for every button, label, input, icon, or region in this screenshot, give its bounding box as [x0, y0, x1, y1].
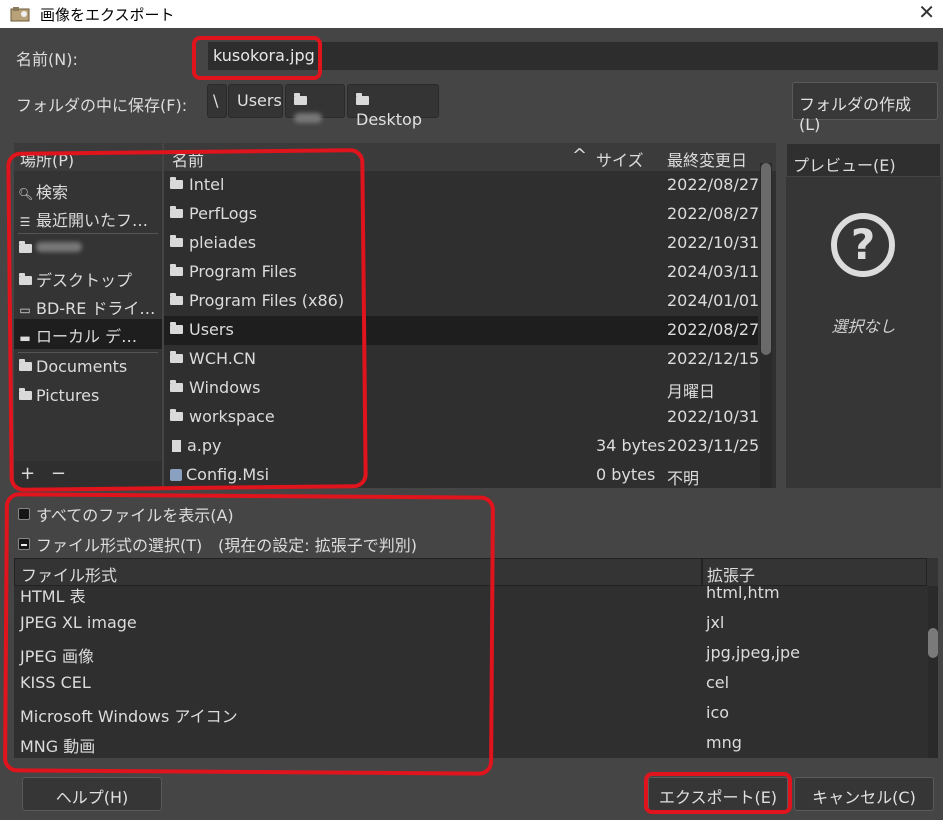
file-type-ext: jpg,jpeg,jpe: [706, 643, 800, 662]
file-modified: 2022/10/31: [667, 233, 760, 252]
window-title: 画像をエクスポート: [40, 6, 175, 24]
file-modified: 2022/08/27: [667, 320, 760, 339]
file-modified: 2023/11/25: [667, 436, 760, 455]
file-type-ext: jxl: [706, 613, 725, 632]
file-modified: 2024/01/01: [667, 291, 760, 310]
cancel-button[interactable]: キャンセル(C): [794, 777, 934, 811]
file-type-ext: mng: [706, 733, 742, 752]
help-button[interactable]: ヘルプ(H): [22, 777, 162, 811]
file-modified: 2024/03/11: [667, 262, 760, 281]
no-selection-text: 選択なし: [831, 317, 896, 336]
file-type-ext: cel: [706, 673, 730, 692]
file-size: 0 bytes: [596, 465, 656, 484]
file-size: 34 bytes: [596, 436, 666, 455]
preview-pane: プレビュー(E) ? 選択なし: [786, 143, 941, 488]
path-button-user[interactable]: [285, 84, 345, 123]
folder-icon: [294, 93, 307, 105]
question-icon: ?: [831, 213, 895, 277]
file-modified: 2022/10/31: [667, 407, 760, 426]
close-icon[interactable]: ✕: [918, 0, 935, 24]
path-button-root[interactable]: \: [207, 84, 227, 118]
column-modified[interactable]: 最終変更日: [667, 147, 747, 171]
file-type-ext: ico: [706, 703, 730, 722]
file-type-ext: html,htm: [706, 583, 780, 602]
column-size[interactable]: サイズ: [596, 147, 644, 171]
file-modified: 2022/12/15: [667, 349, 760, 368]
title-bar: 画像をエクスポート ✕: [0, 0, 943, 28]
redacted-username: [294, 113, 322, 123]
file-modified: 月曜日: [667, 382, 716, 401]
path-desktop-label: Desktop: [356, 110, 422, 129]
save-in-folder-label: フォルダの中に保存(F):: [16, 96, 188, 115]
sort-ascending-icon[interactable]: ^: [572, 145, 587, 166]
name-label: 名前(N):: [16, 50, 78, 69]
path-root-label: \: [213, 91, 219, 110]
app-icon: [10, 6, 32, 22]
file-modified: 2022/08/27: [667, 204, 760, 223]
scrollbar-thumb[interactable]: [928, 628, 938, 658]
annotation-file-type: [3, 492, 495, 776]
file-list-scrollbar[interactable]: [760, 163, 772, 488]
folder-icon: [356, 93, 369, 105]
path-button-users[interactable]: Users: [228, 84, 283, 118]
annotation-file-browser: [6, 148, 368, 492]
path-users-label: Users: [237, 91, 282, 110]
annotation-filename: [192, 36, 322, 80]
file-modified: 不明: [667, 469, 700, 488]
scrollbar-thumb[interactable]: [761, 163, 771, 355]
annotation-export-button: [644, 772, 792, 814]
create-folder-button[interactable]: フォルダの作成(L): [792, 82, 938, 134]
file-type-scrollbar[interactable]: [928, 586, 938, 758]
path-button-desktop[interactable]: Desktop: [347, 84, 439, 129]
preview-header: プレビュー(E): [786, 143, 941, 177]
file-modified: 2022/08/27: [667, 175, 760, 194]
